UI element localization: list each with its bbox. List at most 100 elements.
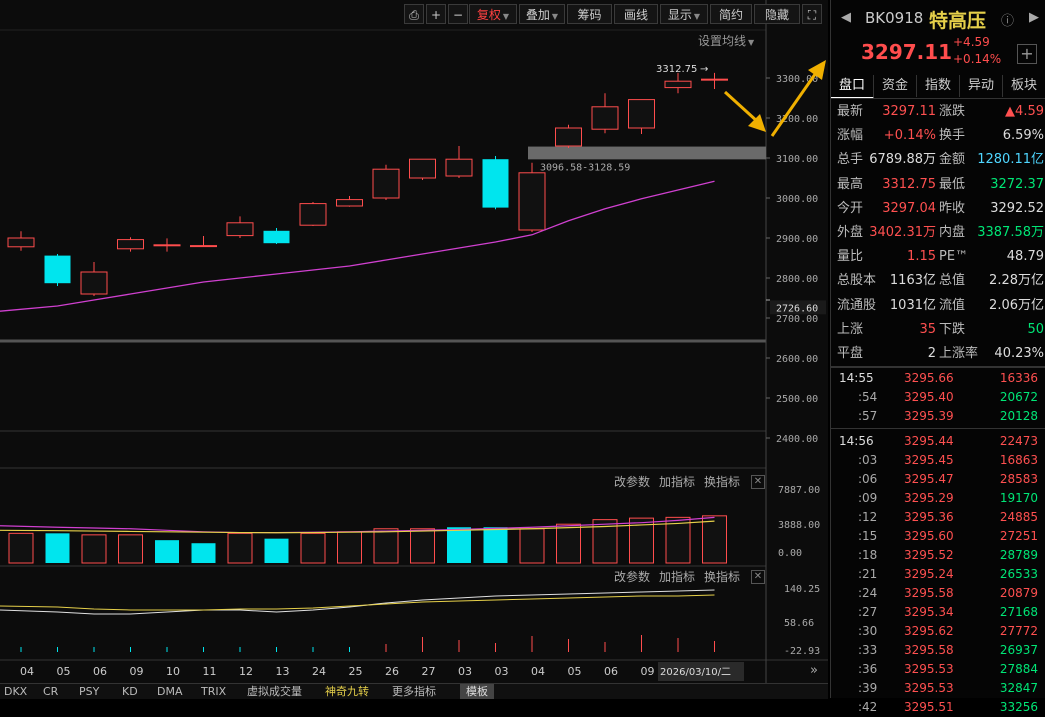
quote-value: 2.06万亿 (989, 297, 1044, 313)
quote-value: 3312.75 (882, 176, 936, 192)
quote-row: 量比 1.15 PE™ 48.79 (831, 245, 1045, 269)
tick-divider (831, 428, 1045, 429)
quote-key: 涨跌 (939, 104, 966, 119)
stock-name: 特高压 (929, 10, 987, 32)
zoom-in-icon[interactable]: + (426, 4, 446, 24)
indicator-tab-7[interactable]: 神奇九转 (325, 684, 369, 699)
tick-volume: 32847 (999, 681, 1038, 695)
tick-price: 3295.39 (904, 409, 954, 423)
stock-code: BK0918 (865, 9, 924, 27)
scroll-right-icon[interactable]: » (810, 663, 818, 678)
indicator-tab-3[interactable]: KD (122, 684, 138, 699)
toolbar-button-label: 显示 (667, 8, 692, 22)
lock-icon[interactable]: ⎙ (404, 4, 424, 24)
quote-key: 上涨 (837, 321, 864, 337)
quote-tab-2[interactable]: 指数 (917, 75, 960, 97)
toolbar-button-6[interactable]: 隐藏 (754, 4, 800, 24)
vol-close-icon[interactable]: ✕ (751, 475, 765, 489)
quote-value: 50 (1027, 321, 1044, 337)
ind-line-white (0, 589, 715, 615)
quote-tab-0[interactable]: 盘口 (831, 75, 874, 99)
tick-time: :42 (858, 700, 878, 714)
vol-bar (556, 523, 581, 564)
quote-value: +0.14% (883, 128, 936, 144)
vol-tick-label: 0.00 (778, 548, 802, 559)
tick-volume: 19170 (999, 491, 1038, 505)
gap-label: 3096.58-3128.59 (540, 162, 630, 173)
candle-body (518, 172, 546, 231)
quote-key: 总值 (939, 273, 966, 289)
tick-price: 3295.34 (904, 605, 954, 619)
vol-bar (45, 533, 70, 563)
zoom-out-icon[interactable]: − (448, 4, 468, 24)
quote-row: 平盘 2 上涨率 40.23% (831, 342, 1045, 366)
ind-switch-indicator[interactable]: 换指标 (704, 568, 740, 585)
ind-close-icon[interactable]: ✕ (751, 570, 765, 584)
indicator-tab-0[interactable]: DKX (4, 684, 27, 699)
y-tick-label: 2800.00 (776, 274, 818, 285)
info-icon[interactable]: ⓘ (1001, 10, 1014, 29)
x-tick-label: 05 (57, 665, 71, 678)
toolbar-button-5[interactable]: 简约 (710, 4, 752, 24)
quote-row: 外盘 3402.31万 内盘 3387.58万 (831, 221, 1045, 245)
set-ma-button[interactable]: 设置均线 ▼ (698, 32, 754, 49)
toolbar-button-4[interactable]: 显示 ▼ (660, 4, 708, 24)
vol-change-params[interactable]: 改参数 (614, 473, 650, 490)
toolbar-button-2[interactable]: 筹码 (567, 4, 612, 24)
indicator-tab-9[interactable]: 模板 (460, 684, 494, 699)
candle-body (591, 106, 619, 130)
indicator-tab-6[interactable]: 虚拟成交量 (247, 684, 302, 699)
tick-time: :24 (858, 586, 878, 600)
tick-volume: 16336 (999, 371, 1038, 385)
quote-tab-1[interactable]: 资金 (874, 75, 917, 97)
toolbar-button-3[interactable]: 画线 (614, 4, 658, 24)
kline-svg[interactable]: 3300.003200.003100.003000.002900.002800.… (0, 0, 828, 698)
current-price-label: 2726.60 (776, 303, 818, 314)
quote-value: 6789.88万 (869, 152, 936, 168)
ind-add-indicator[interactable]: 加指标 (659, 568, 695, 585)
prev-stock-icon[interactable]: ◀ (841, 10, 851, 25)
vol-switch-indicator[interactable]: 换指标 (704, 473, 740, 490)
vol-add-indicator[interactable]: 加指标 (659, 473, 695, 490)
quote-tab-3[interactable]: 异动 (960, 75, 1003, 97)
x-tick-label: 06 (604, 665, 618, 678)
kline-chart-area[interactable]: 3300.00 3200.00 3100.00 3000.00 2900.00 2800.… (0, 0, 828, 699)
tick-row: :36 3295.53 27884 (831, 660, 1045, 679)
tick-row: :21 3295.24 26533 (831, 565, 1045, 584)
y-tick-label: 3000.00 (776, 194, 818, 205)
indicator-tab-4[interactable]: DMA (157, 684, 183, 699)
tick-row: :06 3295.47 28583 (831, 470, 1045, 489)
tick-row: :09 3295.29 19170 (831, 489, 1045, 508)
tick-row: 14:55 3295.66 16336 (831, 369, 1045, 388)
ind-line-yellow (0, 594, 715, 611)
quote-tab-4[interactable]: 板块 (1003, 75, 1045, 97)
quote-key: 流通股 (837, 297, 877, 313)
add-watchlist-icon[interactable]: + (1017, 44, 1037, 64)
y-tick-label: 2900.00 (776, 234, 818, 245)
tick-time: :06 (858, 472, 878, 486)
vol-bar (191, 543, 216, 563)
candle-body (299, 203, 327, 226)
candle-body (226, 222, 254, 237)
toolbar-button-1[interactable]: 叠加 ▼ (519, 4, 565, 24)
vol-tick-label: 7887.00 (778, 485, 820, 496)
tick-volume: 24885 (999, 510, 1038, 524)
candle-body (445, 158, 473, 177)
quote-value: 1280.11亿 (977, 152, 1044, 168)
quote-key: 总股本 (837, 273, 877, 289)
tick-time: :33 (858, 643, 878, 657)
quote-value: 3402.31万 (869, 225, 936, 240)
indicator-tab-8[interactable]: 更多指标 (392, 684, 436, 699)
indicator-tab-5[interactable]: TRIX (201, 684, 226, 699)
indicator-tab-2[interactable]: PSY (79, 684, 99, 699)
ind-change-params[interactable]: 改参数 (614, 568, 650, 585)
fullscreen-icon[interactable]: ⛶ (802, 4, 822, 24)
quote-row: 最新 3297.11 涨跌 ▲4.59 (831, 100, 1045, 124)
next-stock-icon[interactable]: ▶ (1029, 10, 1039, 25)
tick-time: :57 (858, 409, 878, 423)
toolbar-button-0[interactable]: 复权 ▼ (469, 4, 517, 24)
vol-bar (8, 532, 34, 564)
indicator-tab-1[interactable]: CR (43, 684, 58, 699)
tick-price: 3295.53 (904, 681, 954, 695)
tick-volume: 27884 (999, 662, 1038, 676)
